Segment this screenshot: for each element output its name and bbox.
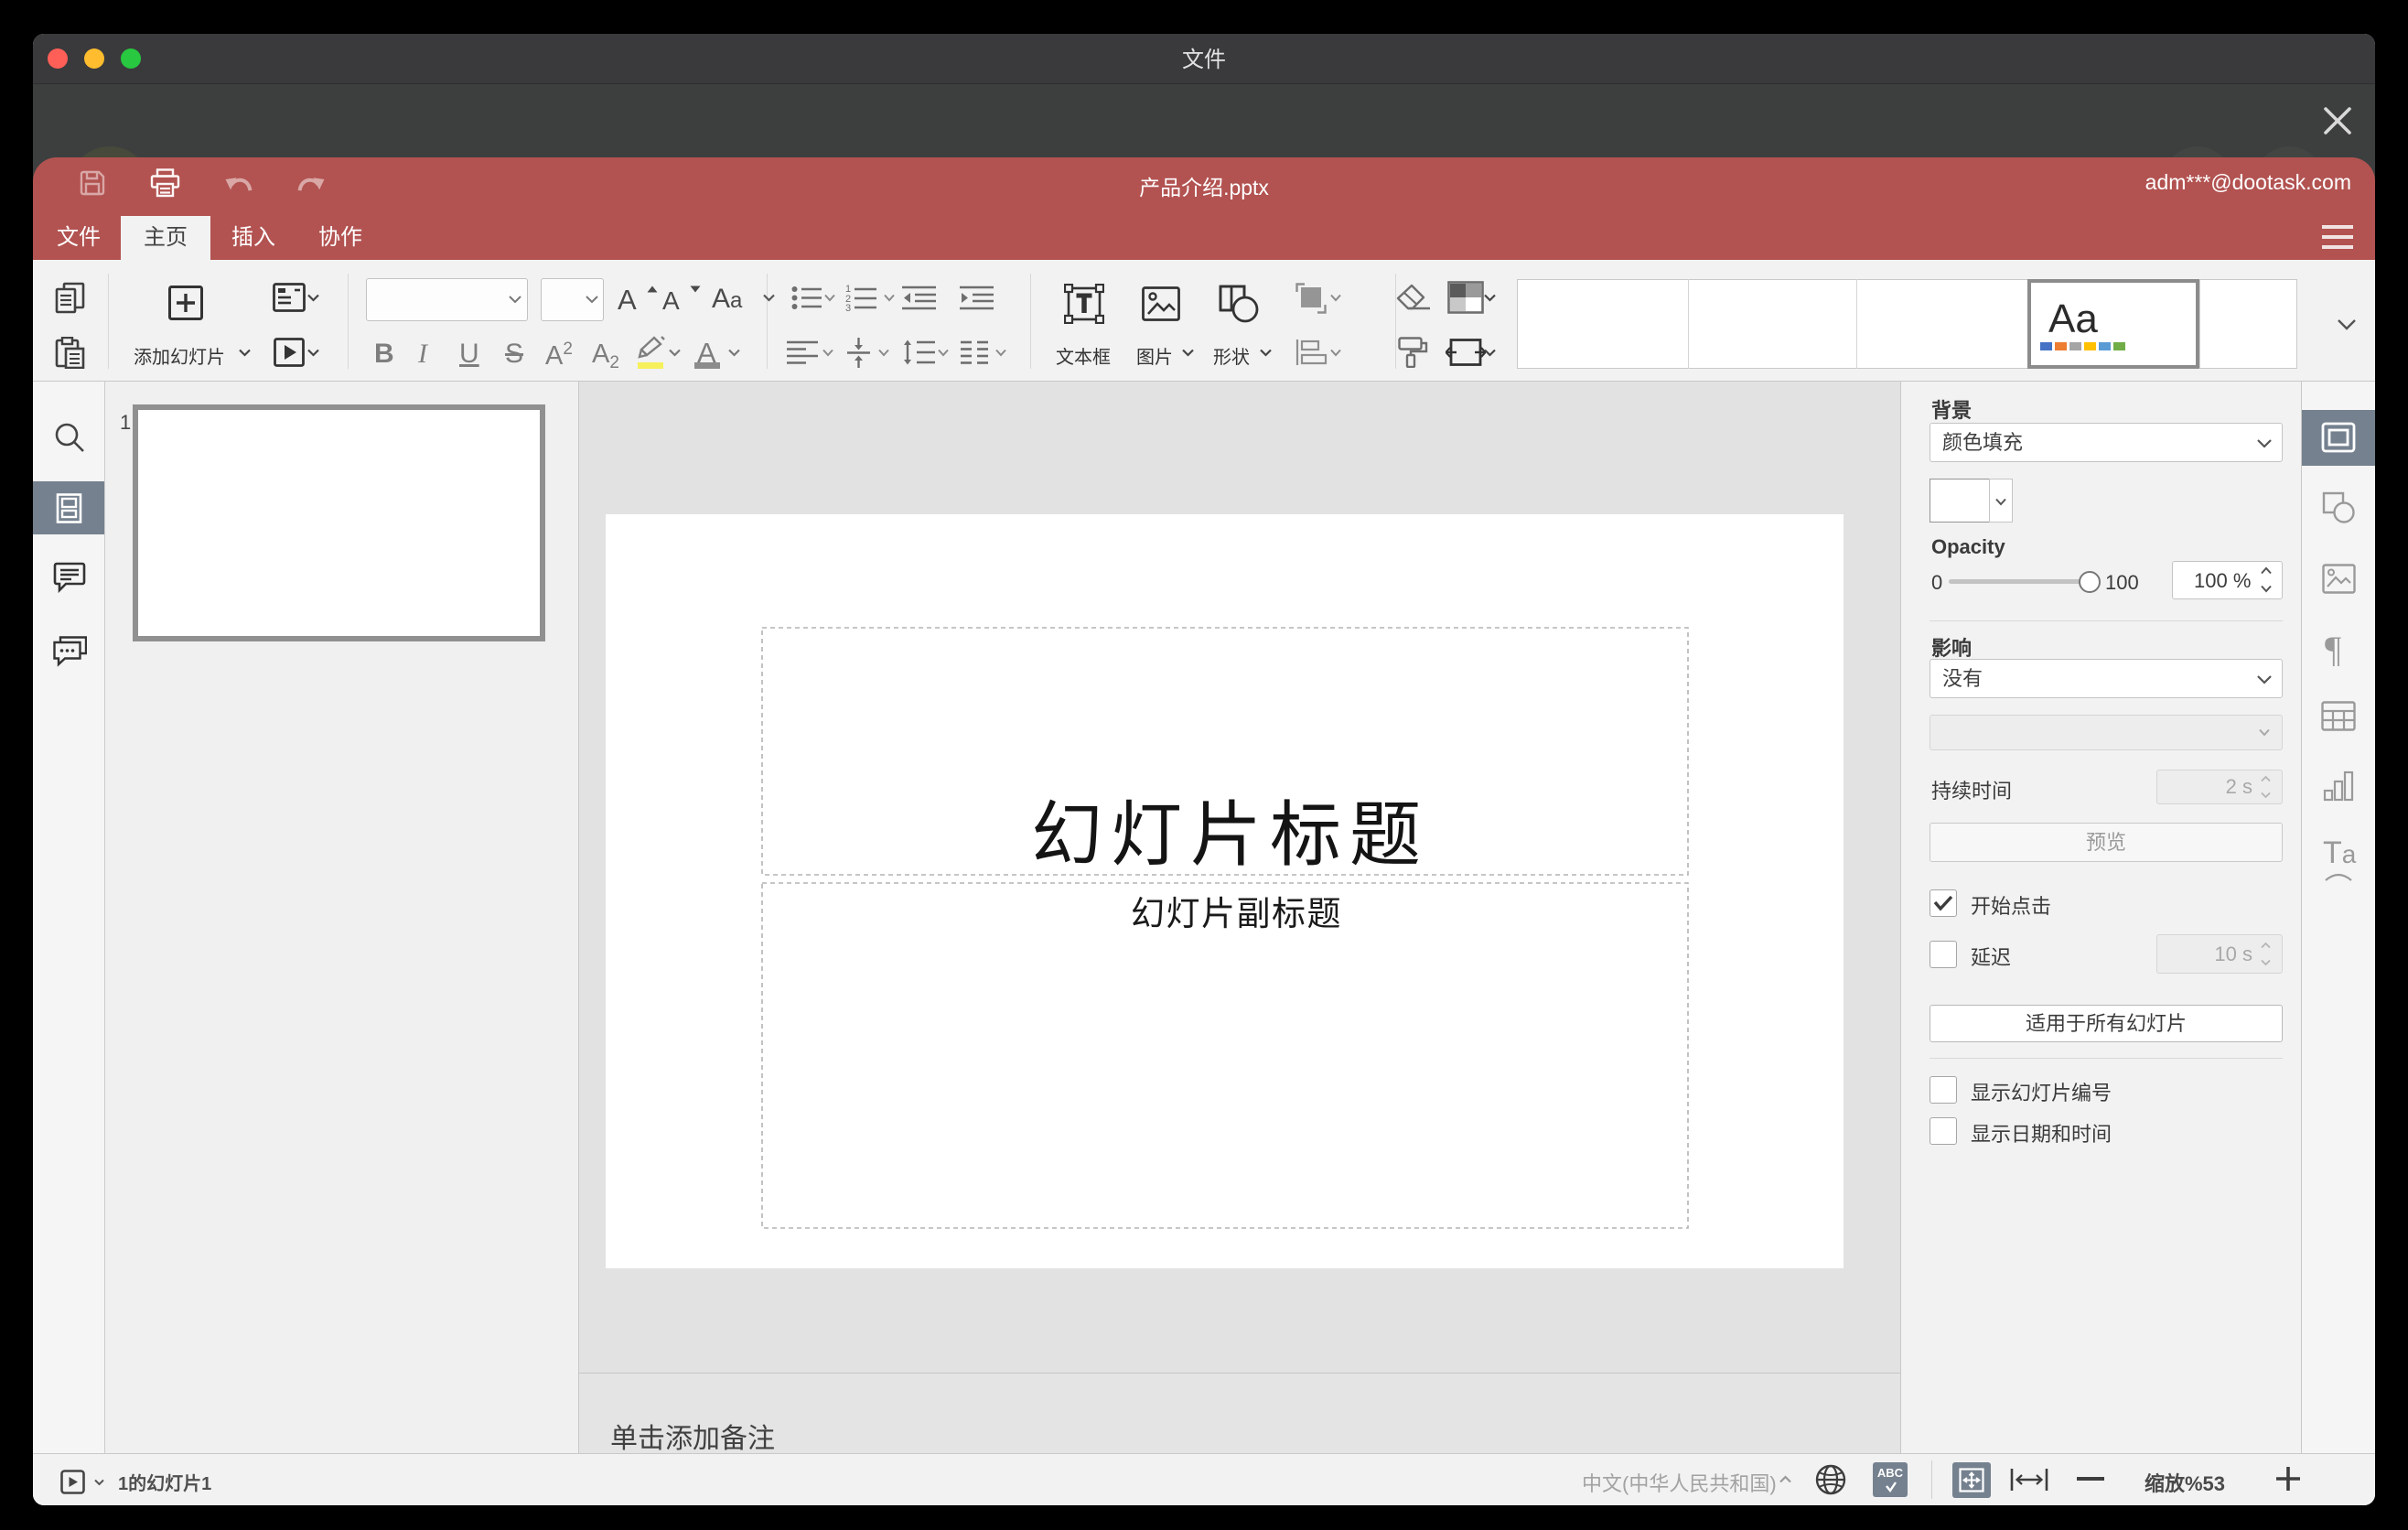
svg-text:3: 3 <box>845 303 851 311</box>
